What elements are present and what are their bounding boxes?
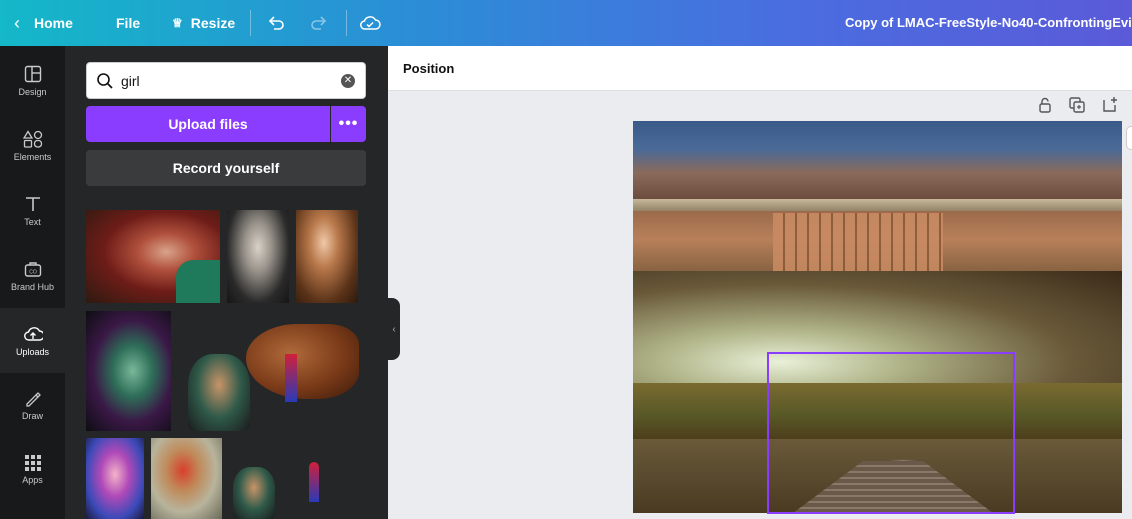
rail-item-elements[interactable]: Elements	[0, 113, 65, 178]
rail-label: Brand Hub	[10, 281, 55, 292]
resize-button[interactable]: ♕ Resize	[172, 0, 235, 46]
upload-more-options-button[interactable]: •••	[331, 106, 366, 142]
home-button[interactable]: ‹ Home	[14, 0, 73, 46]
uploaded-image-thumbnail[interactable]	[151, 438, 222, 519]
rail-item-text[interactable]: Text	[0, 178, 65, 243]
redo-button[interactable]	[309, 0, 329, 46]
document-title[interactable]: Copy of LMAC-FreeStyle-No40-ConfrontingE…	[845, 15, 1132, 30]
text-icon	[25, 196, 40, 211]
rail-label: Uploads	[15, 346, 50, 357]
duplicate-page-icon[interactable]	[1068, 96, 1086, 114]
brand-hub-icon: CO	[24, 261, 41, 277]
rail-label: Elements	[13, 151, 52, 162]
uploaded-image-thumbnail[interactable]	[229, 462, 323, 519]
rail-label: Text	[24, 216, 41, 227]
clear-search-icon[interactable]: ✕	[341, 74, 355, 88]
draw-icon	[25, 391, 41, 407]
apps-icon	[24, 454, 41, 471]
water-layer	[633, 121, 1122, 201]
crown-icon: ♕	[172, 16, 183, 30]
selection-box[interactable]	[767, 352, 1015, 514]
search-box[interactable]: ✕	[86, 62, 366, 99]
top-bar: ‹ Home File ♕ Resize Copy of LMAC-FreeSt…	[0, 0, 1132, 46]
resize-label: Resize	[190, 15, 236, 31]
position-button[interactable]: Position	[403, 61, 454, 76]
rail-item-apps[interactable]: Apps	[0, 437, 65, 502]
lock-icon[interactable]	[1036, 96, 1054, 114]
redo-icon	[311, 16, 327, 30]
elements-icon	[22, 129, 42, 148]
uploads-panel: ✕ Upload files ••• Record yourself	[65, 46, 388, 519]
chevron-left-icon: ‹	[392, 323, 396, 335]
search-input[interactable]	[121, 70, 331, 92]
save-status-button[interactable]	[359, 0, 381, 46]
collapse-panel-button[interactable]: ‹	[388, 298, 400, 360]
editor-toolbar: Position	[388, 46, 1132, 91]
toolbar-divider	[250, 10, 251, 36]
undo-icon	[268, 16, 284, 30]
file-menu-button[interactable]: File	[116, 0, 140, 46]
rail-item-design[interactable]: Design	[0, 48, 65, 113]
undo-button[interactable]	[266, 0, 286, 46]
toolbar-divider	[346, 10, 347, 36]
svg-text:CO: CO	[29, 269, 37, 275]
rail-item-draw[interactable]: Draw	[0, 372, 65, 437]
uploaded-image-thumbnail[interactable]	[296, 210, 358, 303]
uploaded-image-thumbnail[interactable]	[227, 210, 289, 303]
rail-item-uploads[interactable]: Uploads	[0, 308, 65, 373]
file-label: File	[116, 15, 141, 31]
design-icon	[24, 65, 41, 82]
rail-label: Apps	[22, 474, 43, 485]
rail-item-brand-hub[interactable]: CO Brand Hub	[0, 243, 65, 308]
rail-label: Draw	[21, 410, 43, 421]
search-icon	[97, 73, 113, 89]
upload-files-button[interactable]: Upload files	[86, 106, 330, 142]
uploaded-image-thumbnail[interactable]	[86, 311, 171, 431]
uploads-icon	[23, 326, 43, 341]
left-rail: Design Elements Text CO Brand Hub Upload…	[0, 46, 65, 519]
cloud-check-icon	[360, 16, 381, 30]
scroll-handle[interactable]	[1126, 126, 1132, 150]
add-page-icon[interactable]	[1101, 96, 1119, 114]
uploaded-image-thumbnail[interactable]	[86, 438, 144, 519]
record-yourself-button[interactable]: Record yourself	[86, 150, 366, 186]
uploaded-image-thumbnail[interactable]	[178, 324, 359, 431]
chevron-left-icon: ‹	[14, 12, 20, 33]
uploaded-image-thumbnail[interactable]	[86, 210, 220, 303]
home-label: Home	[34, 15, 73, 31]
rail-label: Design	[18, 86, 47, 97]
